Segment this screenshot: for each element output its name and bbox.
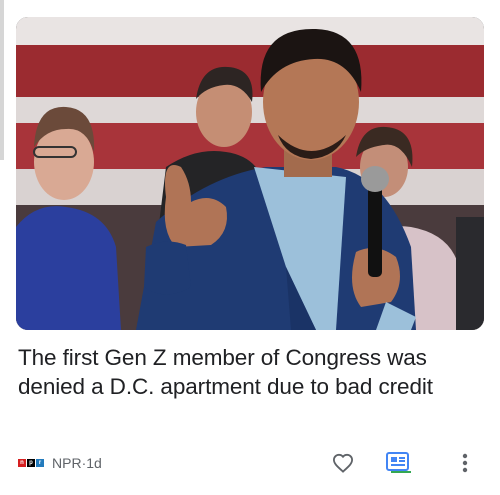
logo-letter: n [18, 459, 26, 467]
article-actions [330, 450, 484, 476]
full-coverage-icon[interactable] [386, 450, 412, 476]
heart-icon[interactable] [330, 450, 356, 476]
news-card[interactable]: The first Gen Z member of Congress was d… [0, 0, 500, 495]
source-name: NPR [52, 455, 82, 471]
npr-logo: n p r [18, 459, 44, 467]
article-age: 1d [86, 455, 102, 471]
article-headline[interactable]: The first Gen Z member of Congress was d… [18, 343, 458, 401]
more-vert-icon[interactable] [452, 450, 478, 476]
scroll-edge-indicator [0, 0, 4, 160]
logo-letter: p [27, 459, 35, 467]
logo-letter: r [36, 459, 44, 467]
article-footer: n p r NPR · 1d [18, 450, 484, 476]
article-image[interactable] [16, 17, 484, 330]
